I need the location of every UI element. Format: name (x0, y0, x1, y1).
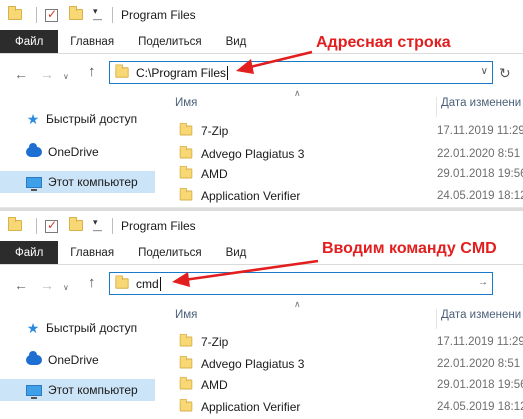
explorer-window-top: ▾— Program Files Файл Главная Поделиться… (0, 0, 523, 208)
annotation-arrow (172, 259, 319, 287)
annotation-arrow (236, 50, 313, 74)
explorer-window-bottom: ▾— Program Files Файл Главная Поделиться… (0, 211, 523, 419)
